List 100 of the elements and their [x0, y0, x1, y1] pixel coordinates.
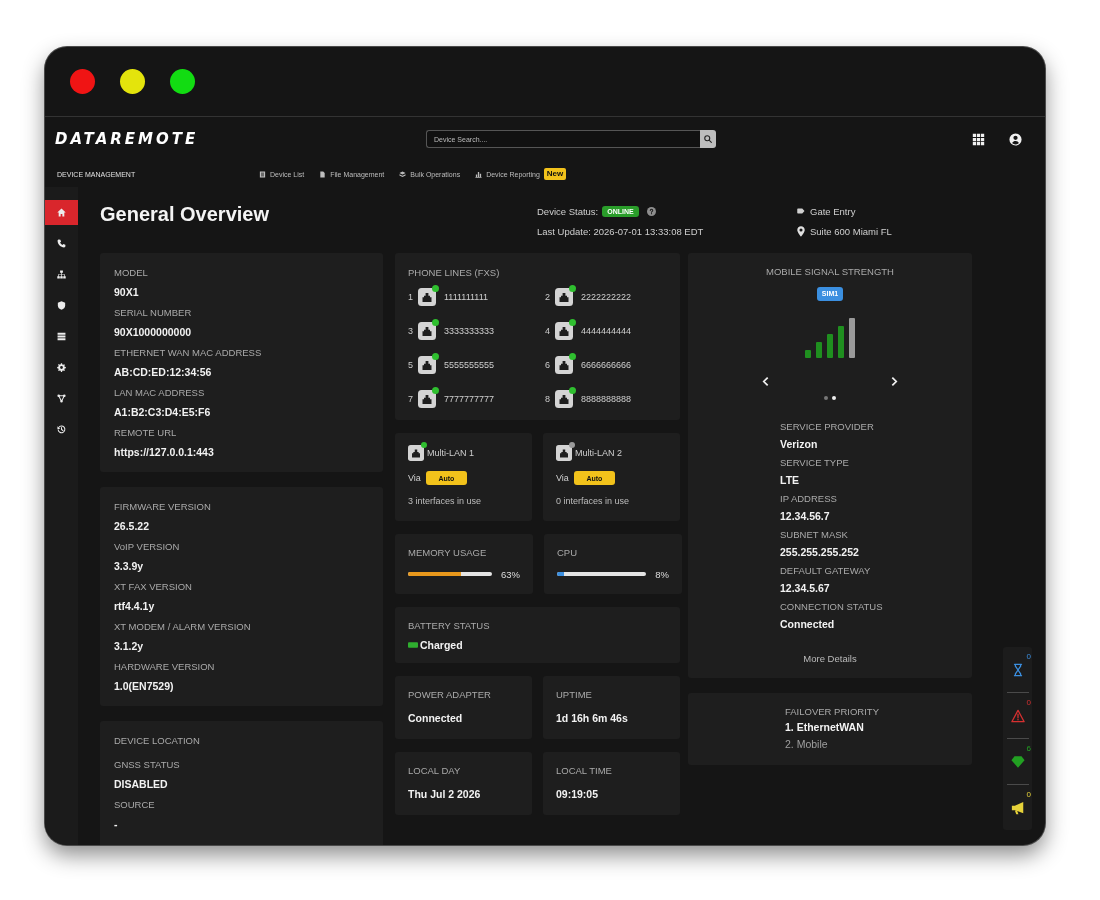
user-icon[interactable] — [1009, 132, 1022, 146]
bar-chart-icon — [475, 170, 483, 178]
field-label: XT MODEM / ALARM VERSION — [114, 620, 252, 634]
field-value: 1d 16h 6m 46s — [556, 711, 629, 726]
ethernet-port-icon — [418, 322, 436, 340]
field-label: MODEL — [114, 266, 149, 280]
location-name: Gate Entry — [810, 205, 856, 217]
field-label: LAN MAC ADDRESS — [114, 386, 206, 400]
lan-name: Multi-LAN 1 — [427, 448, 474, 458]
via-label: Via — [408, 473, 421, 483]
phone-number: 8888888888 — [581, 394, 632, 404]
battery-icon — [408, 642, 418, 648]
gem-icon[interactable] — [1010, 754, 1025, 769]
port-number: 3 — [408, 326, 414, 336]
interfaces-text: 0 interfaces in use — [556, 495, 631, 508]
priority-item: 1. EthernetWAN — [785, 720, 865, 735]
port-number: 4 — [545, 326, 551, 336]
notification-count: 0 — [1026, 652, 1031, 661]
meter-reading: 8% — [655, 568, 669, 580]
chevron-left-icon[interactable] — [762, 375, 769, 387]
field-value: AB:CD:ED:12:34:56 — [114, 365, 213, 380]
field-value: 255.255.255.252 — [780, 545, 860, 560]
phone-number: 4444444444 — [581, 326, 632, 336]
field-label: BATTERY STATUS — [408, 619, 491, 633]
field-value: 12.34.5.67 — [780, 581, 831, 596]
field-value: 26.5.22 — [114, 519, 151, 534]
notification-count: 6 — [1026, 744, 1031, 753]
field-value: A1:B2:C3:D4:E5:F6 — [114, 405, 212, 420]
field-label: DEFAULT GATEWAY — [780, 564, 872, 578]
page-title: General Overview — [100, 203, 269, 225]
window-control-button[interactable] — [170, 69, 195, 94]
phone-icon — [57, 239, 66, 248]
ethernet-port-icon — [418, 288, 436, 306]
layers-icon — [399, 170, 407, 178]
field-value: 12.34.56.7 — [780, 509, 831, 524]
phone-number: 5555555555 — [444, 360, 495, 370]
ethernet-port-icon — [556, 445, 572, 461]
meter-label: MEMORY USAGE — [408, 546, 488, 560]
field-label: LOCAL DAY — [408, 764, 462, 778]
phone-number: 2222222222 — [581, 292, 632, 302]
search-button[interactable] — [700, 130, 716, 148]
card-title: DEVICE LOCATION — [114, 734, 201, 748]
notification-count: 0 — [1026, 790, 1031, 799]
priority-item: 2. Mobile — [785, 737, 829, 752]
ethernet-port-icon — [418, 390, 436, 408]
search-icon — [704, 135, 712, 143]
field-label: IP ADDRESS — [780, 492, 838, 506]
field-label: UPTIME — [556, 688, 593, 702]
ethernet-port-icon — [555, 322, 573, 340]
field-label: ETHERNET WAN MAC ADDRESS — [114, 346, 263, 360]
phone-number: 6666666666 — [581, 360, 632, 370]
port-number: 5 — [408, 360, 414, 370]
notification-count: 0 — [1026, 698, 1031, 707]
file-icon — [319, 170, 327, 178]
home-icon — [57, 208, 66, 217]
new-badge: New — [543, 168, 567, 180]
document-icon — [259, 170, 266, 178]
sitemap-icon — [57, 270, 66, 279]
field-value: LTE — [780, 473, 801, 488]
window-control-button[interactable] — [120, 69, 145, 94]
apps-grid-icon[interactable] — [972, 132, 985, 146]
field-value: 3.3.9y — [114, 559, 145, 574]
ethernet-port-icon — [418, 356, 436, 374]
help-icon[interactable] — [646, 206, 656, 216]
port-number: 8 — [545, 394, 551, 404]
map-pin-icon — [797, 225, 805, 237]
phone-number: 1111111111 — [444, 292, 489, 302]
card-title: PHONE LINES (FXS) — [408, 266, 501, 280]
field-label: VoIP VERSION — [114, 540, 181, 554]
warning-icon[interactable] — [1010, 708, 1025, 723]
field-value: rtf4.4.1y — [114, 599, 156, 614]
port-number: 2 — [545, 292, 551, 302]
field-value: - — [114, 817, 119, 832]
lan-name: Multi-LAN 2 — [575, 448, 622, 458]
carousel-dot[interactable] — [824, 396, 828, 400]
meter-reading: 63% — [501, 568, 520, 580]
carousel-dot[interactable] — [832, 396, 836, 400]
settings-icon — [57, 363, 66, 372]
card-title: FAILOVER PRIORITY — [785, 705, 880, 719]
field-value: https://127.0.0.1:443 — [114, 445, 215, 460]
megaphone-icon[interactable] — [1010, 800, 1025, 815]
location-address: Suite 600 Miami FL — [810, 225, 892, 237]
interfaces-text: 3 interfaces in use — [408, 495, 483, 508]
shield-icon — [57, 301, 66, 310]
via-label: Via — [556, 473, 569, 483]
phone-number: 3333333333 — [444, 326, 495, 336]
field-label: SUBNET MASK — [780, 528, 849, 542]
field-label: HARDWARE VERSION — [114, 660, 216, 674]
history-icon — [57, 425, 66, 434]
ethernet-port-icon — [408, 445, 424, 461]
network-icon — [57, 394, 66, 403]
last-update-text: Last Update: 2026-07-01 13:33:08 EDT — [537, 225, 704, 237]
more-details-link[interactable]: More Details — [803, 652, 857, 666]
meter-label: CPU — [557, 546, 579, 560]
field-value: 90X1000000000 — [114, 325, 193, 340]
port-number: 7 — [408, 394, 414, 404]
status-label: Device Status: — [537, 205, 599, 217]
chevron-right-icon[interactable] — [891, 375, 898, 387]
field-label: SERVICE PROVIDER — [780, 420, 875, 434]
field-value: Charged — [420, 638, 463, 653]
